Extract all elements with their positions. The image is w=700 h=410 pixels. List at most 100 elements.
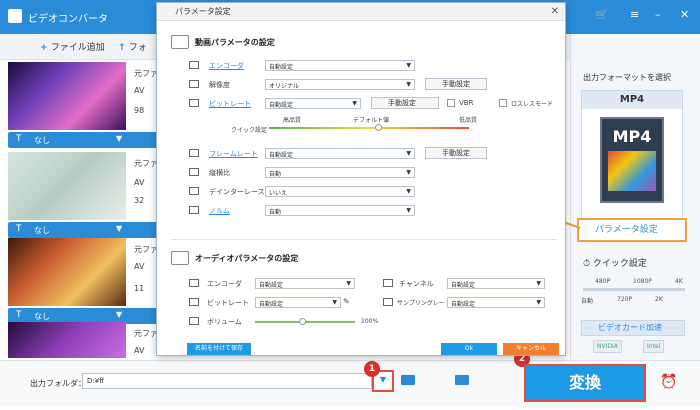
- volume-slider-knob[interactable]: [299, 318, 306, 325]
- norm-label[interactable]: ノルム: [209, 206, 230, 216]
- quality-default-label: デフォルト値: [353, 117, 390, 124]
- video-encoder-select[interactable]: 自動設定 ▼: [265, 60, 415, 71]
- chevron-down-icon: ▼: [116, 310, 123, 319]
- cancel-button[interactable]: キャンセル: [503, 343, 559, 355]
- output-folder-field[interactable]: D:¥ff: [82, 373, 372, 389]
- lossless-checkbox[interactable]: [499, 99, 507, 107]
- framerate-select[interactable]: 自動設定 ▼: [265, 148, 415, 159]
- chevron-down-icon: ▼: [116, 224, 123, 233]
- menu-icon[interactable]: ≡: [630, 8, 639, 21]
- manual-label: 手動設定: [388, 99, 416, 107]
- list-item[interactable]: 元ファ AV 32 T なし ▼: [0, 152, 160, 240]
- norm-icon: [189, 206, 199, 214]
- select-value: 自動: [269, 209, 282, 216]
- lossless-label: ロスレスモード: [511, 101, 554, 108]
- select-value: 自動設定: [259, 301, 284, 308]
- manual-bitrate-button[interactable]: 手動設定: [371, 97, 439, 109]
- text-icon: T: [16, 224, 22, 234]
- deinterlace-label: デインターレース: [209, 188, 265, 196]
- aspect-ratio-icon: [189, 168, 199, 176]
- file-format: AV: [134, 86, 145, 95]
- chevron-down-icon: ▼: [116, 134, 123, 143]
- list-item[interactable]: 元ファ AV 11 T なし ▼: [0, 238, 160, 326]
- channel-select[interactable]: 自動設定 ▼: [447, 278, 545, 289]
- select-value: 自動設定: [451, 282, 476, 289]
- file-name: 元ファ: [134, 159, 158, 168]
- select-value: いいえ: [269, 190, 288, 197]
- ok-button[interactable]: Ok: [441, 343, 497, 355]
- file-size: 98: [134, 106, 145, 115]
- save-as-button[interactable]: 名前を付けて保存: [187, 343, 251, 355]
- close-icon[interactable]: ✕: [551, 6, 559, 17]
- framerate-label[interactable]: フレームレート: [209, 149, 258, 159]
- quality-slider[interactable]: [269, 127, 469, 129]
- subtitle-select[interactable]: T なし ▼: [8, 132, 158, 148]
- quick-setting-label: クイック設定: [231, 127, 268, 134]
- encoder-icon: [189, 61, 199, 69]
- subtitle-select[interactable]: T なし ▼: [8, 222, 158, 238]
- bitrate-label[interactable]: ビットレート: [209, 99, 251, 109]
- video-bitrate-select[interactable]: 自動設定 ▼: [265, 98, 361, 109]
- format-name: MP4: [582, 91, 682, 109]
- quality-low-label: 低品質: [459, 117, 478, 124]
- select-value: 自動設定: [269, 152, 294, 159]
- manual-label: 手動設定: [442, 80, 470, 88]
- select-value: 自動: [269, 171, 282, 178]
- edit-icon[interactable]: ✎: [343, 297, 350, 306]
- chevron-down-icon: ▼: [346, 280, 351, 287]
- subtitle-label: なし: [34, 136, 50, 145]
- audio-encoder-select[interactable]: 自動設定 ▼: [255, 278, 355, 289]
- output-folder-label: 出力フォルダ：: [30, 379, 86, 388]
- file-size: 11: [134, 284, 145, 293]
- subtitle-label: なし: [34, 312, 50, 321]
- alarm-clock-icon[interactable]: ⏰: [660, 374, 677, 390]
- audio-encoder-label: エンコーダ: [207, 280, 242, 288]
- file-name: 元ファ: [134, 329, 158, 338]
- quality-slider-knob[interactable]: [375, 124, 382, 131]
- video-section-title: 動画パラメータの設定: [195, 38, 275, 47]
- quick-settings-slider[interactable]: [583, 288, 685, 291]
- video-thumbnail: [8, 152, 126, 220]
- manual-resolution-button[interactable]: 手動設定: [425, 78, 487, 90]
- text-icon: T: [16, 310, 22, 320]
- convert-button[interactable]: 変換: [524, 364, 646, 402]
- parameter-settings-label: パラメータ設定: [595, 225, 658, 235]
- close-icon[interactable]: ✕: [680, 8, 689, 21]
- vbr-checkbox[interactable]: [447, 99, 455, 107]
- add-file-button[interactable]: + ファイル追加: [40, 40, 105, 53]
- aspect-ratio-select[interactable]: 自動 ▼: [265, 167, 415, 178]
- volume-value: 100%: [361, 318, 379, 325]
- minimize-icon[interactable]: –: [655, 8, 661, 21]
- list-item[interactable]: 元ファ AV 98 T なし ▼: [0, 62, 160, 150]
- encoder-label[interactable]: エンコーダ: [209, 61, 244, 71]
- format-icon-label: MP4: [612, 127, 652, 146]
- sampling-rate-label: サンプリングレート: [397, 300, 451, 307]
- audio-encoder-icon: [189, 279, 199, 287]
- chevron-down-icon: ▼: [536, 299, 541, 306]
- sampling-rate-select[interactable]: 自動設定 ▼: [447, 297, 545, 308]
- norm-select[interactable]: 自動 ▼: [265, 205, 415, 216]
- parameter-settings-button[interactable]: パラメータ設定: [577, 218, 687, 242]
- chevron-down-icon: ▼: [536, 280, 541, 287]
- audio-bitrate-icon: [189, 298, 199, 306]
- file-size: 32: [134, 196, 145, 205]
- deinterlace-select[interactable]: いいえ ▼: [265, 186, 415, 197]
- add-folder-button[interactable]: ↑ フォ: [118, 40, 147, 53]
- manual-framerate-button[interactable]: 手動設定: [425, 147, 487, 159]
- channel-label: チャンネル: [399, 280, 434, 288]
- open-folder-icon[interactable]: [455, 375, 469, 385]
- resolution-select[interactable]: オリジナル ▼: [265, 79, 415, 90]
- hardware-acceleration-label: ビデオカード加速: [598, 323, 662, 332]
- folder-icon[interactable]: [401, 375, 415, 385]
- select-value: 自動設定: [259, 282, 284, 289]
- quick-label: 2K: [655, 296, 663, 303]
- select-value: オリジナル: [269, 83, 300, 90]
- cart-icon[interactable]: 🛒: [595, 8, 609, 21]
- hardware-acceleration-toggle[interactable]: ビデオカード加速: [581, 320, 685, 336]
- select-format-label: 出力フォーマットを選択: [583, 73, 671, 82]
- file-format: AV: [134, 346, 145, 355]
- manual-label: 手動設定: [442, 149, 470, 157]
- file-format: AV: [134, 178, 145, 187]
- format-selector[interactable]: MP4 MP4: [581, 90, 683, 230]
- audio-bitrate-select[interactable]: 自動設定 ▼: [255, 297, 341, 308]
